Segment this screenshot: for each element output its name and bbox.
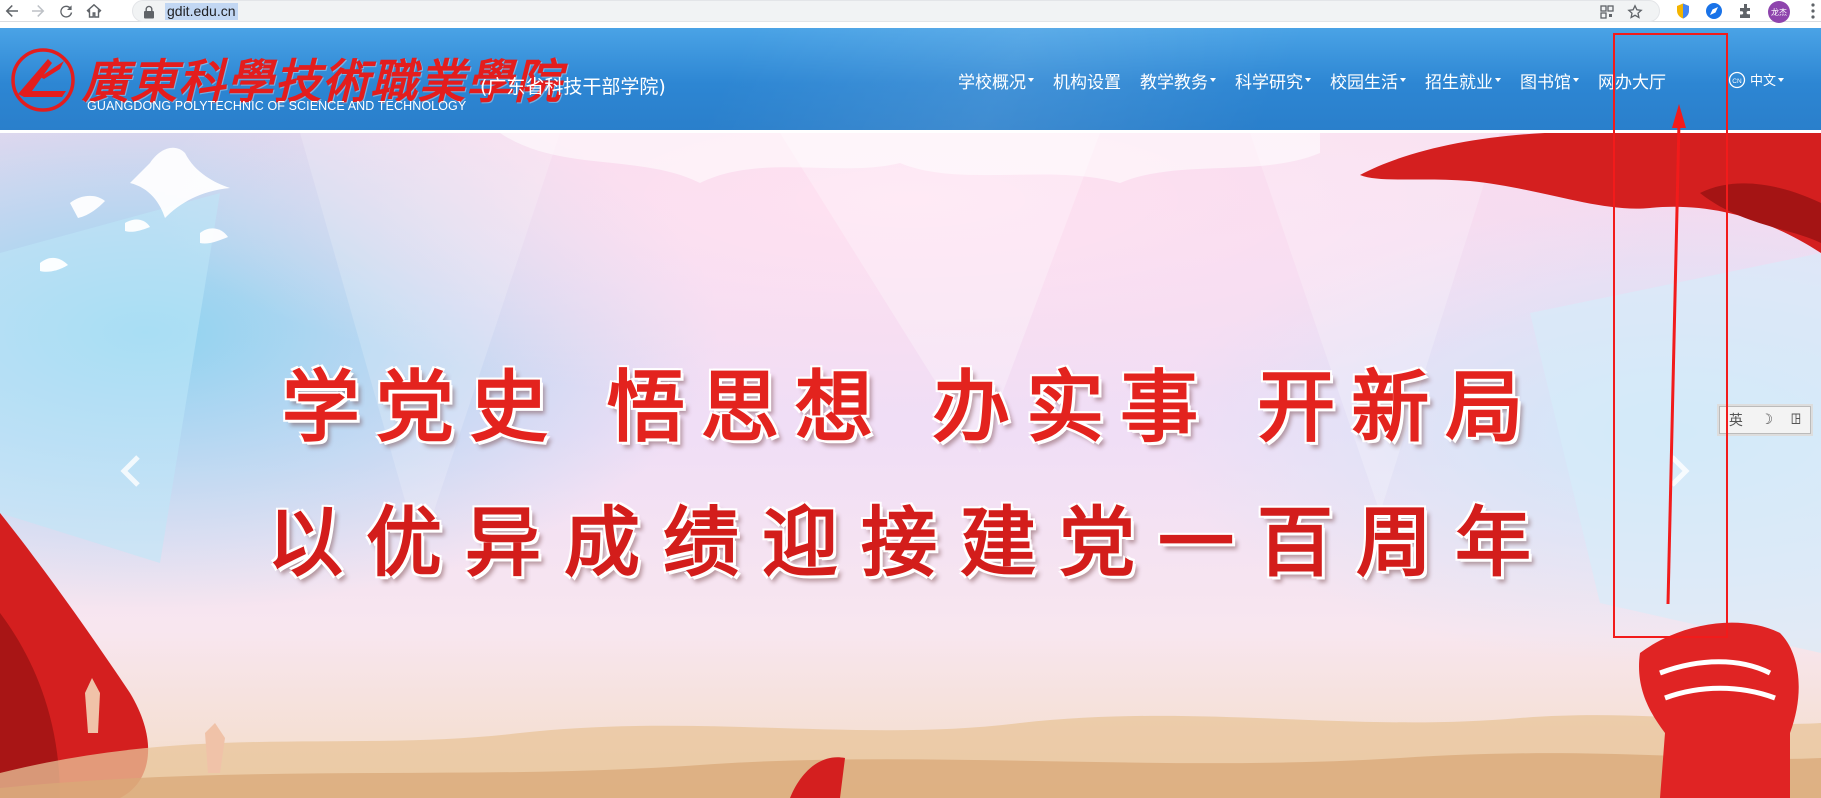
browser-toolbar: gdit.edu.cn 龙杰 <box>0 0 1821 23</box>
reload-icon[interactable] <box>56 1 76 21</box>
qr-code-icon[interactable] <box>1599 4 1615 20</box>
slogan-line-1: 学党史 悟思想 办实事 开新局 <box>281 363 1540 453</box>
caret-down-icon <box>1400 78 1406 82</box>
extension-shield-icon[interactable] <box>1674 2 1692 20</box>
ime-lang-toggle[interactable]: 英 <box>1729 410 1743 430</box>
extension-compass-icon[interactable] <box>1705 2 1723 20</box>
nav-label: 教学教务 <box>1140 72 1208 93</box>
hero-banner[interactable]: 学党史 悟思想 办实事 开新局 以优异成绩迎接建党一百周年 英 ☽ ꖸ <box>0 133 1821 798</box>
ime-settings-icon[interactable]: ꖸ <box>1791 412 1801 428</box>
ime-toolbar[interactable]: 英 ☽ ꖸ <box>1719 406 1811 434</box>
caret-down-icon <box>1573 78 1579 82</box>
back-icon[interactable] <box>2 1 22 21</box>
slogan-line-2: 以优异成绩迎接建党一百周年 <box>267 498 1554 587</box>
home-icon[interactable] <box>84 1 104 21</box>
nav-label: 学校概况 <box>958 72 1026 93</box>
address-bar[interactable]: gdit.edu.cn <box>132 0 1660 22</box>
caret-down-icon <box>1305 78 1311 82</box>
caret-down-icon <box>1778 77 1785 82</box>
url-text[interactable]: gdit.edu.cn <box>165 3 238 20</box>
caret-down-icon <box>1495 78 1501 82</box>
main-nav: 学校概况 机构设置 教学教务 科学研究 校园生活 招生就业 图书馆 网办大厅 <box>958 66 1685 94</box>
nav-label: 校园生活 <box>1330 72 1398 93</box>
nav-item-admissions[interactable]: 招生就业 <box>1425 68 1501 93</box>
language-selector[interactable]: CN 中文 <box>1728 70 1785 89</box>
nav-item-departments[interactable]: 机构设置 <box>1053 68 1121 93</box>
nav-item-library[interactable]: 图书馆 <box>1520 68 1579 93</box>
caret-down-icon <box>1210 78 1216 82</box>
nav-label: 科学研究 <box>1235 72 1303 93</box>
school-logo-icon[interactable] <box>10 47 76 113</box>
ime-moon-icon[interactable]: ☽ <box>1761 412 1774 428</box>
language-badge: CN <box>1732 78 1742 85</box>
forward-icon[interactable] <box>28 1 48 21</box>
bookmark-star-icon[interactable] <box>1627 4 1643 20</box>
caret-down-icon <box>1028 78 1034 82</box>
nav-label: 图书馆 <box>1520 72 1571 93</box>
nav-item-teaching[interactable]: 教学教务 <box>1140 68 1216 93</box>
nav-item-research[interactable]: 科学研究 <box>1235 68 1311 93</box>
carousel-prev-icon[interactable] <box>114 451 148 491</box>
lock-icon[interactable] <box>143 5 155 19</box>
school-name-en: GUANGDONG POLYTECHNIC OF SCIENCE AND TEC… <box>87 99 467 113</box>
banner-decoration <box>0 133 1821 798</box>
menu-icon[interactable] <box>1808 2 1818 20</box>
nav-label: 招生就业 <box>1425 72 1493 93</box>
nav-label: 机构设置 <box>1053 72 1121 93</box>
nav-item-school-overview[interactable]: 学校概况 <box>958 68 1034 93</box>
annotation-highlight-box <box>1613 33 1728 638</box>
extension-icon[interactable] <box>1737 2 1755 20</box>
profile-avatar[interactable]: 龙杰 <box>1768 1 1790 23</box>
language-label: 中文 <box>1750 74 1777 89</box>
nav-item-campus-life[interactable]: 校园生活 <box>1330 68 1406 93</box>
school-subtitle: (广东省科技干部学院) <box>480 76 666 98</box>
language-globe-icon: CN <box>1728 71 1746 88</box>
